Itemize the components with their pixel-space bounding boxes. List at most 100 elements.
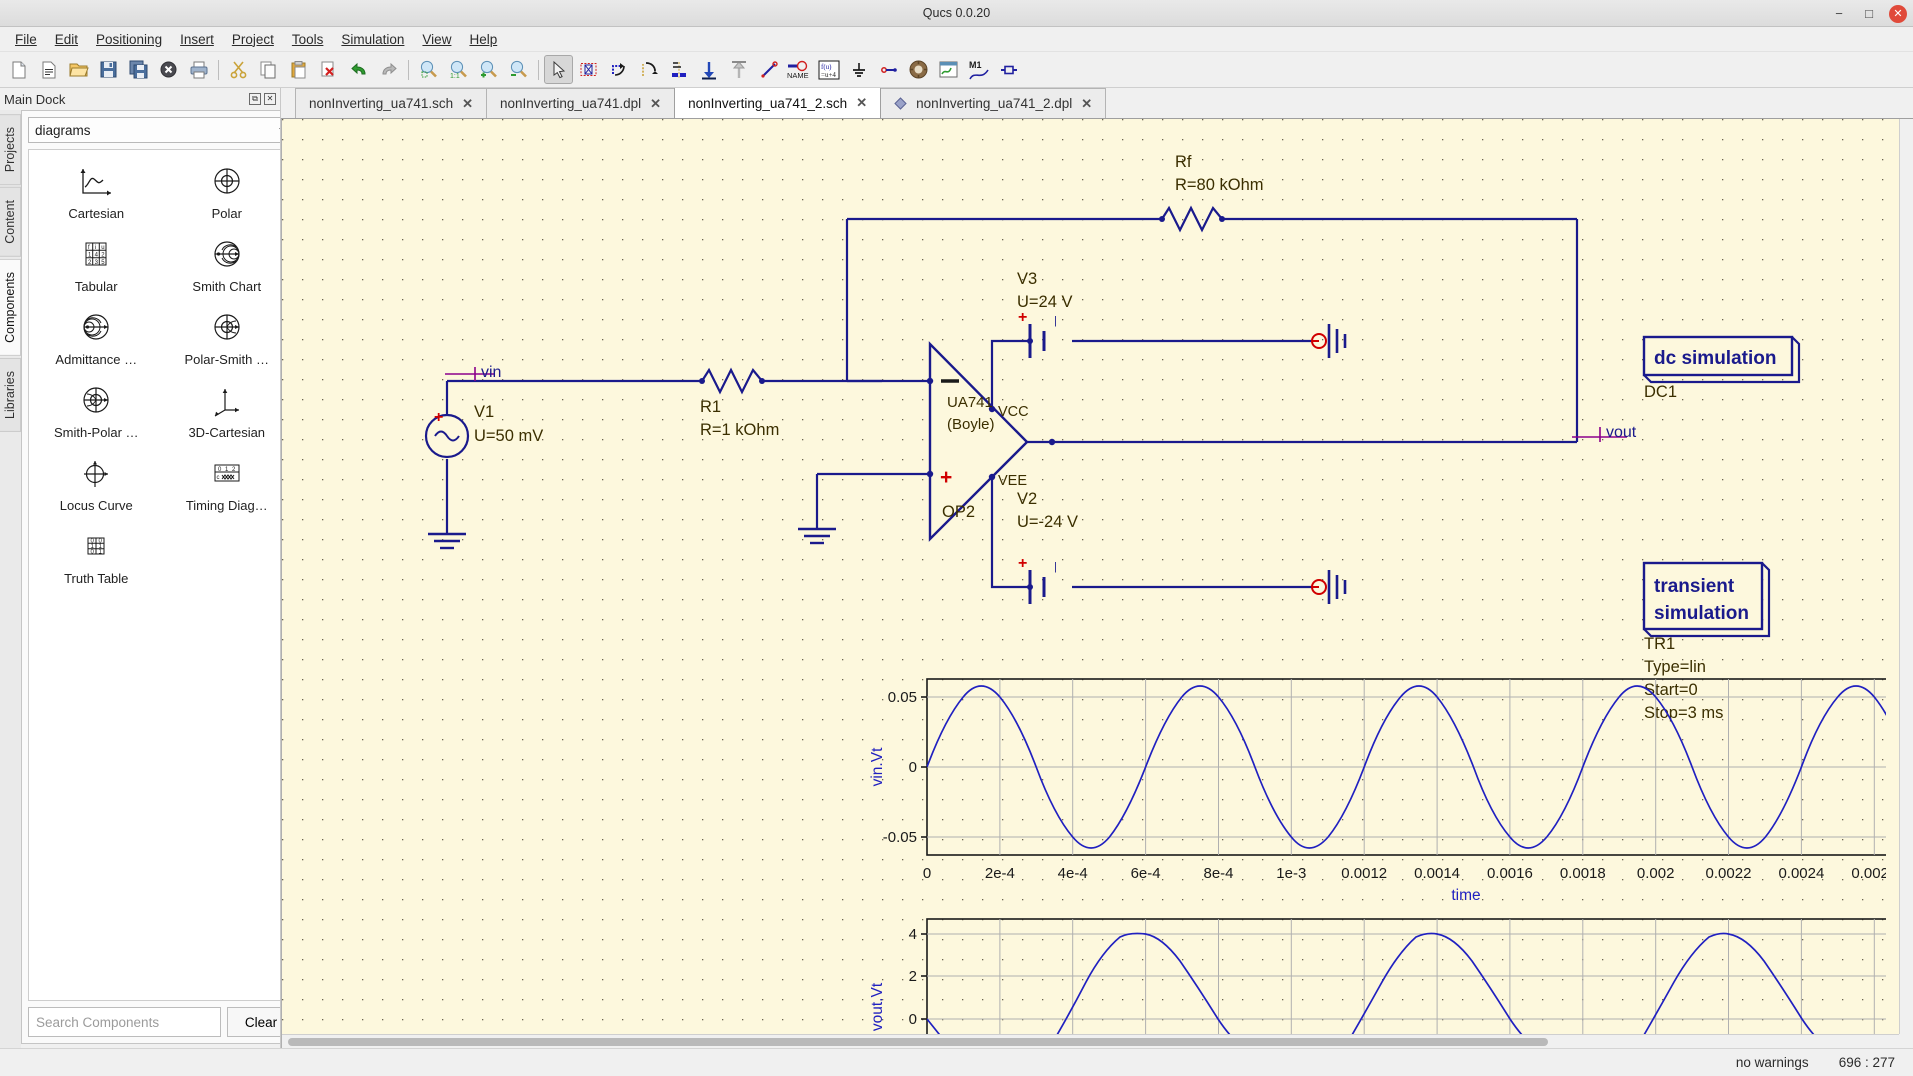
view-data-icon[interactable]: [934, 55, 963, 84]
menu-tools[interactable]: Tools: [283, 29, 333, 50]
menu-simulation[interactable]: Simulation: [332, 29, 413, 50]
minimize-button[interactable]: −: [1829, 4, 1849, 24]
dock-tab-libraries[interactable]: Libraries: [0, 357, 21, 432]
menu-view-label: View: [422, 31, 452, 47]
zoom-one-to-one-icon[interactable]: 1:1: [444, 55, 473, 84]
tab-noninverting-ua741-dpl[interactable]: nonInverting_ua741.dpl ✕: [486, 88, 676, 118]
tab-noninverting-ua741-2-sch[interactable]: nonInverting_ua741_2.sch ✕: [674, 88, 882, 118]
save-icon[interactable]: [94, 55, 123, 84]
menu-file[interactable]: File: [6, 29, 46, 50]
canvas-horizontal-scrollbar[interactable]: [282, 1034, 1899, 1048]
clear-button[interactable]: Clear: [227, 1007, 280, 1037]
tab-close-icon[interactable]: ✕: [856, 95, 867, 111]
component-polar[interactable]: Polar: [162, 156, 281, 229]
cartesian-diagram-icon: [77, 162, 115, 202]
component-timing-diagram[interactable]: 012c Timing Diag…: [162, 448, 281, 521]
mirror-y-icon[interactable]: [664, 55, 693, 84]
menu-help[interactable]: Help: [460, 29, 506, 50]
equation-icon[interactable]: f(u) =u+4: [814, 55, 843, 84]
dock-header: Main Dock ⧉ ✕: [0, 88, 280, 110]
component-category-select[interactable]: diagrams: [28, 117, 280, 143]
simulate-icon[interactable]: [904, 55, 933, 84]
component-cartesian[interactable]: Cartesian: [31, 156, 162, 229]
component-polar-smith[interactable]: Polar-Smith …: [162, 302, 281, 375]
zoom-out-icon[interactable]: [504, 55, 533, 84]
select-all-icon[interactable]: [574, 55, 603, 84]
ground-icon[interactable]: [844, 55, 873, 84]
horizontal-scroll-thumb[interactable]: [288, 1038, 1548, 1046]
dock-tab-projects[interactable]: Projects: [0, 114, 21, 186]
transient-sim-param-tr1: TR1: [1644, 635, 1675, 653]
close-button[interactable]: ✕: [1889, 4, 1907, 23]
smith-polar-icon: [77, 381, 115, 421]
cut-icon[interactable]: [224, 55, 253, 84]
window-title: Qucs 0.0.20: [922, 6, 991, 20]
mirror-x-icon[interactable]: [634, 55, 663, 84]
component-smith-chart[interactable]: Smith Chart: [162, 229, 281, 302]
sim-block-dc[interactable]: dc simulation: [1642, 335, 1801, 384]
dock-tab-components[interactable]: Components: [0, 258, 21, 356]
dock-close-button[interactable]: ✕: [264, 93, 276, 105]
canvas-vertical-scrollbar[interactable]: [1899, 119, 1913, 1034]
component-truth-table[interactable]: 001101 Truth Table: [31, 521, 162, 594]
menu-bar: File Edit Positioning Insert Project Too…: [0, 27, 1913, 52]
opamp-name-label: UA741: [947, 394, 993, 411]
print-icon[interactable]: [184, 55, 213, 84]
menu-view[interactable]: View: [413, 29, 460, 50]
vin-xtick-11: 0.0022: [1706, 865, 1752, 882]
menu-positioning[interactable]: Positioning: [87, 29, 171, 50]
dock-tab-content[interactable]: Content: [0, 187, 21, 257]
menu-edit[interactable]: Edit: [46, 29, 87, 50]
tab-noninverting-ua741-sch[interactable]: nonInverting_ua741.sch ✕: [295, 88, 488, 118]
schematic-canvas[interactable]: Rf R=80 kOhm R1 R=1 kOhm + V1 U=50 mV + …: [282, 119, 1899, 1034]
v1-label: V1: [474, 403, 494, 421]
new-document-icon[interactable]: [4, 55, 33, 84]
close-document-icon[interactable]: [154, 55, 183, 84]
dock-float-button[interactable]: ⧉: [249, 93, 261, 105]
tab-label: nonInverting_ua741_2.dpl: [916, 96, 1073, 111]
component-smith-polar[interactable]: Smith-Polar …: [31, 375, 162, 448]
component-locus-curve[interactable]: Locus Curve: [31, 448, 162, 521]
component-label: Cartesian: [68, 206, 125, 221]
zoom-in-icon[interactable]: [474, 55, 503, 84]
vout-ytick-1: 2: [909, 968, 917, 985]
component-icon[interactable]: [994, 55, 1023, 84]
copy-icon[interactable]: [254, 55, 283, 84]
dock-inner: Projects Content Components Libraries di…: [0, 110, 280, 1048]
marker-icon[interactable]: M1: [964, 55, 993, 84]
delete-icon[interactable]: [314, 55, 343, 84]
search-input[interactable]: [28, 1007, 221, 1037]
save-all-icon[interactable]: [124, 55, 153, 84]
vin-xtick-5: 1e-3: [1276, 865, 1306, 882]
vin-ylabel: vin.Vt: [869, 747, 886, 786]
vin-xtick-6: 0.0012: [1341, 865, 1387, 882]
component-label: Admittance …: [55, 352, 138, 367]
menu-project[interactable]: Project: [223, 29, 283, 50]
new-text-document-icon[interactable]: [34, 55, 63, 84]
search-row: Clear: [28, 1007, 280, 1037]
tab-close-icon[interactable]: ✕: [462, 96, 473, 112]
select-arrow-icon[interactable]: [544, 55, 573, 84]
zoom-fit-icon[interactable]: [414, 55, 443, 84]
tab-close-icon[interactable]: ✕: [650, 96, 661, 112]
maximize-button[interactable]: □: [1859, 4, 1879, 24]
wire-icon[interactable]: [754, 55, 783, 84]
component-admittance-smith[interactable]: Admittance …: [31, 302, 162, 375]
component-3d-cartesian[interactable]: 3D-Cartesian: [162, 375, 281, 448]
opamp-vee-pin-label: VEE: [998, 473, 1027, 489]
vin-ytick-0: 0.05: [888, 689, 917, 706]
component-tabular[interactable]: fiu142235 Tabular: [31, 229, 162, 302]
rotate-icon[interactable]: [604, 55, 633, 84]
go-into-subcircuit-icon[interactable]: [694, 55, 723, 84]
open-folder-icon[interactable]: [64, 55, 93, 84]
pop-out-subcircuit-icon[interactable]: [724, 55, 753, 84]
sim-block-transient[interactable]: transient simulation: [1642, 561, 1771, 638]
port-icon[interactable]: [874, 55, 903, 84]
menu-insert[interactable]: Insert: [171, 29, 223, 50]
paste-icon[interactable]: [284, 55, 313, 84]
undo-icon[interactable]: [344, 55, 373, 84]
tab-close-icon[interactable]: ✕: [1081, 96, 1092, 112]
redo-icon[interactable]: [374, 55, 403, 84]
wire-label-icon[interactable]: NAME: [784, 55, 813, 84]
tab-noninverting-ua741-2-dpl[interactable]: nonInverting_ua741_2.dpl ✕: [880, 88, 1107, 118]
